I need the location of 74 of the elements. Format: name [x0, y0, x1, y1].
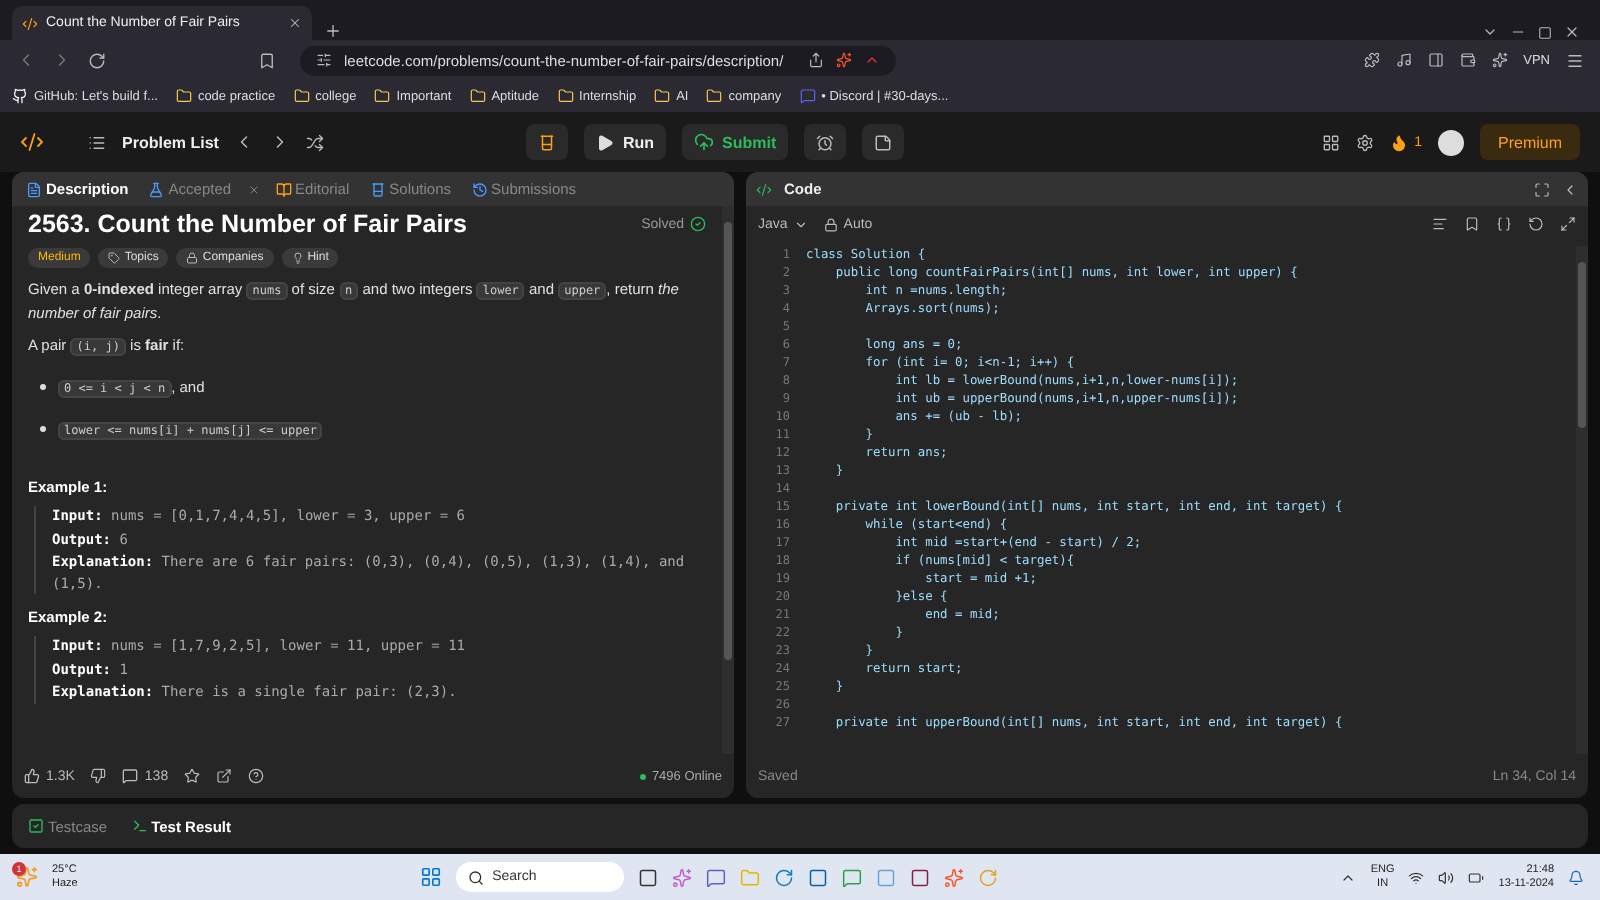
beaker-icon: [538, 133, 557, 151]
volume-icon[interactable]: [1438, 869, 1455, 885]
submit-button[interactable]: Submit: [682, 124, 789, 160]
code-icon: [756, 181, 772, 197]
wallet-icon[interactable]: [1459, 52, 1476, 68]
bookmark-icon[interactable]: [258, 51, 276, 69]
tag-icon: [108, 252, 121, 264]
run-button[interactable]: Run: [584, 124, 666, 160]
problem-list-link[interactable]: Problem List: [122, 133, 219, 151]
extensions-icon[interactable]: [1363, 52, 1380, 68]
restore-icon[interactable]: [1538, 26, 1552, 40]
document-icon: [26, 181, 42, 197]
sparkle-icon[interactable]: [1491, 52, 1508, 68]
check-circle-icon: [690, 216, 706, 232]
help-icon[interactable]: [248, 768, 265, 784]
chat-icon[interactable]: [842, 867, 863, 887]
book-icon: [275, 181, 292, 197]
new-tab-icon[interactable]: [324, 22, 342, 40]
music-icon[interactable]: [1395, 52, 1412, 68]
settings-icon[interactable]: [1356, 133, 1375, 151]
folder-icon[interactable]: [469, 88, 486, 104]
list-icon[interactable]: [88, 133, 106, 151]
github-icon[interactable]: [12, 88, 28, 104]
reload-icon[interactable]: [88, 51, 106, 69]
shuffle-icon[interactable]: [306, 133, 325, 151]
folder-icon[interactable]: [654, 88, 671, 104]
note-icon: [874, 133, 893, 151]
chevron-down-icon[interactable]: [1482, 24, 1498, 40]
search-icon: [468, 869, 485, 885]
bookmark-icon[interactable]: [1464, 216, 1480, 232]
problem-title: 2563. Count the Number of Fair Pairs: [28, 210, 467, 238]
reset-icon[interactable]: [1528, 216, 1544, 232]
notes-button[interactable]: [862, 124, 905, 160]
premium-button[interactable]: Premium: [1480, 124, 1581, 160]
share-icon[interactable]: [807, 52, 824, 68]
menu-icon[interactable]: [1566, 51, 1584, 69]
fullscreen-icon[interactable]: [1534, 181, 1550, 197]
sidebar-icon[interactable]: [1427, 52, 1444, 68]
folder-icon[interactable]: [706, 88, 723, 104]
bell-icon[interactable]: [1568, 869, 1584, 885]
close-icon[interactable]: [288, 16, 302, 30]
timer-button[interactable]: [804, 124, 847, 160]
folder-icon[interactable]: [557, 88, 574, 104]
folder-icon[interactable]: [293, 88, 310, 104]
collapse-icon[interactable]: [1562, 181, 1578, 197]
layout-icon[interactable]: [1322, 133, 1341, 151]
terminal-icon: [131, 818, 148, 834]
site-settings-icon[interactable]: [316, 52, 332, 68]
lightbulb-icon: [291, 252, 304, 264]
braces-icon[interactable]: [1496, 216, 1512, 232]
checkbox-icon: [28, 818, 44, 834]
history-icon: [471, 181, 488, 197]
beaker-icon: [369, 181, 386, 197]
dislike-icon[interactable]: [90, 768, 107, 784]
star-icon[interactable]: [184, 768, 201, 784]
cloud-upload-icon: [694, 132, 714, 152]
thumbs-up-icon: [24, 768, 40, 784]
wifi-icon[interactable]: [1408, 869, 1425, 885]
comment-icon: [122, 768, 139, 784]
battery-icon[interactable]: [1468, 869, 1485, 885]
lock-icon: [823, 217, 838, 231]
share-icon[interactable]: [216, 768, 233, 784]
flask-icon: [148, 181, 165, 197]
lock-icon: [186, 252, 199, 264]
chevron-down-icon: [793, 217, 808, 231]
play-icon: [596, 133, 615, 151]
folder-icon[interactable]: [374, 88, 391, 104]
debug-button[interactable]: [526, 124, 569, 160]
expand-icon[interactable]: [1560, 216, 1576, 232]
folder-icon[interactable]: [175, 88, 192, 104]
alarm-clock-icon: [816, 133, 835, 151]
close-icon[interactable]: [1564, 24, 1580, 40]
format-icon[interactable]: [1432, 216, 1448, 232]
avatar[interactable]: [1438, 129, 1464, 155]
